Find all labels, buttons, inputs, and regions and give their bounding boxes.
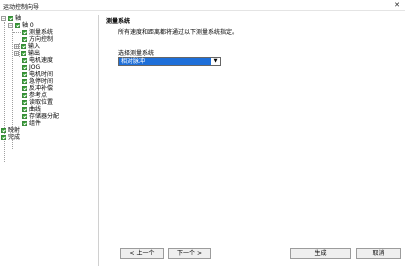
complete-check-icon: [22, 114, 27, 119]
tree-item-axis[interactable]: − 轴: [1, 15, 21, 22]
tree-item-label: 完成: [8, 134, 21, 141]
complete-check-icon: [22, 107, 27, 112]
generate-button[interactable]: 生成: [290, 248, 351, 259]
complete-check-icon: [22, 65, 27, 70]
title-bar: 运动控制向导 ✕: [0, 0, 405, 11]
window-title: 运动控制向导: [3, 4, 40, 11]
tree-item-label: 曲线: [29, 106, 42, 113]
complete-check-icon: [22, 72, 27, 77]
selected-value: 相对脉冲: [119, 58, 211, 65]
tree-item-measurement-system[interactable]: 测量系统: [22, 29, 53, 36]
tree-item-label: JOG: [29, 64, 41, 71]
complete-check-icon: [8, 16, 13, 21]
tree-item-mapping[interactable]: 映射: [1, 127, 20, 134]
tree-item-label: 反冲补偿: [29, 85, 54, 92]
tree-item-motor-speed[interactable]: 电机速度: [22, 57, 53, 64]
tree-item-motor-time[interactable]: 电机时间: [22, 71, 53, 78]
complete-check-icon: [22, 79, 27, 84]
complete-check-icon: [22, 93, 27, 98]
tree-item-label: 电机速度: [29, 57, 54, 64]
cancel-button[interactable]: 取消: [356, 248, 401, 259]
complete-check-icon: [1, 128, 6, 133]
tree-item-label: 输入: [28, 43, 41, 50]
tree-item-read-position[interactable]: 读取位置: [22, 99, 53, 106]
complete-check-icon: [22, 58, 27, 63]
measurement-system-select[interactable]: 相对脉冲 ▼: [118, 57, 221, 66]
tree-item-label: 参考点: [29, 92, 48, 99]
tree-item-reference-point[interactable]: 参考点: [22, 92, 47, 99]
tree-item-label: 轴 0: [22, 22, 34, 29]
tree-item-finish[interactable]: 完成: [1, 134, 20, 141]
tree-item-label: 存储器分配: [29, 113, 60, 120]
complete-check-icon: [21, 44, 26, 49]
tree-item-label: 轴: [15, 15, 22, 22]
expand-icon[interactable]: +: [14, 51, 19, 56]
tree-item-label: 映射: [8, 127, 21, 134]
tree-item-backlash[interactable]: 反冲补偿: [22, 85, 53, 92]
tree-item-label: 组件: [29, 120, 42, 127]
tree-item-direction-control[interactable]: 方向控制: [22, 36, 53, 43]
complete-check-icon: [22, 100, 27, 105]
expand-icon[interactable]: +: [14, 44, 19, 49]
complete-check-icon: [22, 37, 27, 42]
complete-check-icon: [22, 121, 27, 126]
tree-item-curve[interactable]: 曲线: [22, 106, 41, 113]
select-label: 选择测量系统: [118, 50, 155, 57]
next-button[interactable]: 下一个 >: [168, 248, 211, 259]
tree-item-components[interactable]: 组件: [22, 120, 41, 127]
navigation-tree: − 轴 − 轴 0 测量系统 方向控制 + 输入 + 输出 电机速度 JOG 电…: [1, 15, 99, 266]
tree-item-memory-allocation[interactable]: 存储器分配: [22, 113, 59, 120]
collapse-icon[interactable]: −: [8, 23, 13, 28]
prev-button[interactable]: < 上一个: [120, 248, 164, 259]
wizard-page: 测量系统 所有速度和距离都将通过以下测量系统指定。 选择测量系统 相对脉冲 ▼ …: [100, 15, 405, 267]
close-icon[interactable]: ✕: [394, 1, 400, 9]
chevron-down-icon[interactable]: ▼: [212, 59, 219, 64]
tree-item-axis-0[interactable]: − 轴 0: [8, 22, 34, 29]
complete-check-icon: [15, 23, 20, 28]
tree-item-label: 输出: [28, 50, 41, 57]
complete-check-icon: [1, 135, 6, 140]
complete-check-icon: [22, 86, 27, 91]
tree-item-label: 读取位置: [29, 99, 54, 106]
tree-item-label: 急停时间: [29, 78, 54, 85]
tree-item-label: 电机时间: [29, 71, 54, 78]
tree-item-outputs[interactable]: + 输出: [14, 50, 40, 57]
tree-item-stop-time[interactable]: 急停时间: [22, 78, 53, 85]
tree-item-label: 测量系统: [29, 29, 54, 36]
page-description: 所有速度和距离都将通过以下测量系统指定。: [118, 29, 239, 36]
tree-item-label: 方向控制: [29, 36, 54, 43]
complete-check-icon: [21, 51, 26, 56]
collapse-icon[interactable]: −: [1, 16, 6, 21]
page-title: 测量系统: [106, 18, 131, 25]
complete-check-icon: [22, 30, 27, 35]
tree-item-jog[interactable]: JOG: [22, 64, 40, 71]
tree-item-inputs[interactable]: + 输入: [14, 43, 40, 50]
